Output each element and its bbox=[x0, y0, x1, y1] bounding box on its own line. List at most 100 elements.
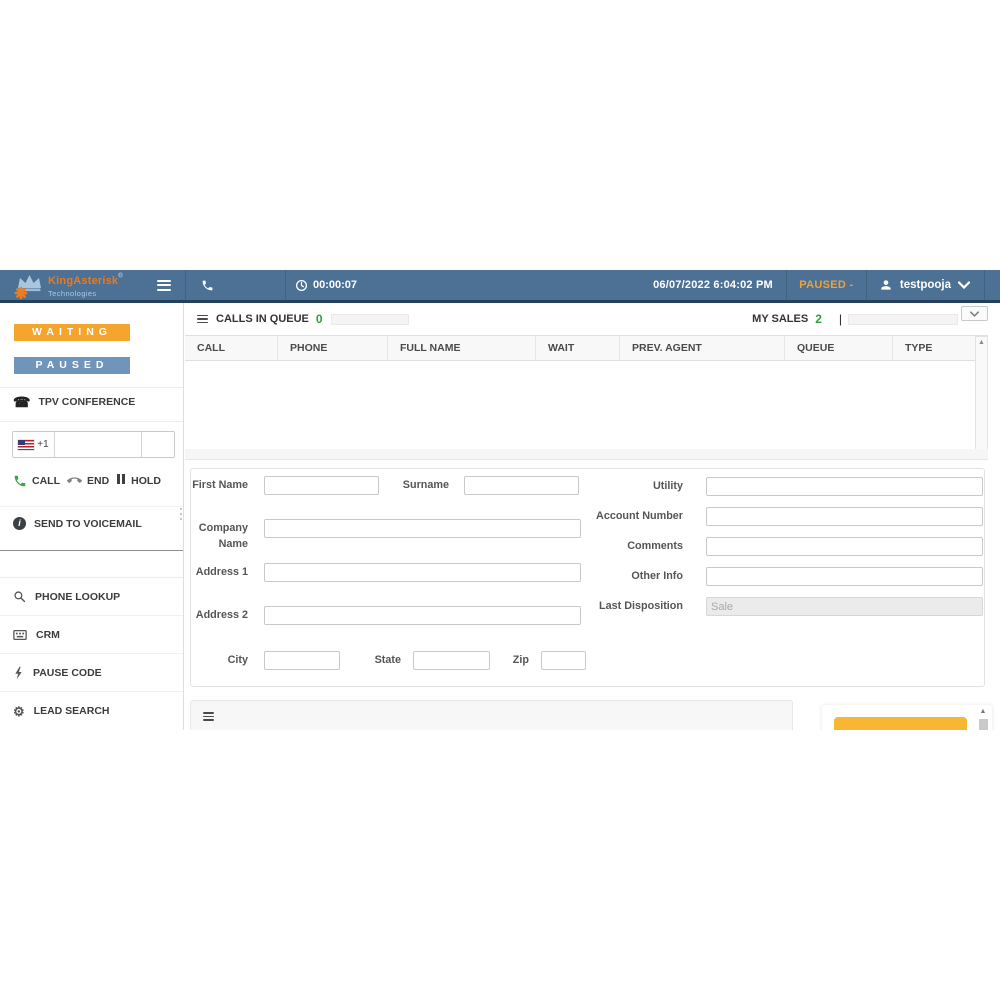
state-label: State bbox=[359, 653, 401, 669]
first-name-input[interactable] bbox=[264, 476, 379, 495]
column-header-queue[interactable]: QUEUE bbox=[785, 336, 893, 360]
dialer-app-window: KingAsterisk® Technologies 00:00:07 06/0… bbox=[0, 270, 1000, 730]
comments-input[interactable] bbox=[706, 537, 983, 556]
script-panel bbox=[190, 700, 793, 730]
address2-label: Address 2 bbox=[191, 608, 248, 624]
main-content: CALLS IN QUEUE 0 MY SALES 2 | bbox=[185, 303, 1000, 730]
us-flag-icon bbox=[18, 440, 34, 450]
crm-icon bbox=[13, 629, 27, 641]
user-icon bbox=[879, 278, 893, 292]
utility-input[interactable] bbox=[706, 477, 983, 496]
connecting-button[interactable]: Connecting... bbox=[834, 717, 967, 730]
country-code: +1 bbox=[37, 439, 48, 450]
script-panel-hamburger-icon[interactable] bbox=[203, 712, 780, 721]
company-name-label: Company Name bbox=[191, 521, 248, 552]
sidebar-resize-handle[interactable] bbox=[180, 508, 182, 520]
zip-label: Zip bbox=[497, 653, 529, 669]
sidebar-item-phone-lookup[interactable]: PHONE LOOKUP bbox=[0, 578, 183, 616]
other-info-input[interactable] bbox=[706, 567, 983, 586]
country-code-selector[interactable]: +1 bbox=[13, 432, 55, 457]
queue-status-bar: CALLS IN QUEUE 0 MY SALES 2 | bbox=[185, 303, 1000, 335]
sidebar-item-crm[interactable]: CRM bbox=[0, 616, 183, 654]
chevron-down-icon bbox=[958, 281, 970, 289]
brand-logo[interactable]: KingAsterisk® Technologies bbox=[0, 270, 185, 300]
address2-input[interactable] bbox=[264, 606, 581, 625]
my-sales-label: MY SALES bbox=[752, 313, 808, 325]
agent-status-badge[interactable]: PAUSED - bbox=[786, 270, 866, 300]
tpv-conference-button[interactable]: ☎ TPV CONFERENCE bbox=[13, 395, 135, 409]
account-number-label: Account Number bbox=[561, 509, 683, 525]
account-number-input[interactable] bbox=[706, 507, 983, 526]
panel-collapse-button[interactable] bbox=[961, 306, 988, 321]
menu-hamburger-icon[interactable] bbox=[157, 277, 171, 293]
my-sales-count: 2 bbox=[815, 312, 822, 326]
send-to-voicemail-button[interactable]: i SEND TO VOICEMAIL bbox=[13, 517, 142, 530]
dialpad-button[interactable] bbox=[141, 432, 174, 457]
comments-label: Comments bbox=[561, 539, 683, 555]
sales-progress-tick: | bbox=[839, 312, 842, 326]
queue-progress-bar bbox=[331, 314, 409, 325]
queue-list-hamburger-icon[interactable] bbox=[197, 313, 208, 326]
state-input[interactable] bbox=[413, 651, 490, 670]
sidebar-item-pause-code[interactable]: PAUSE CODE bbox=[0, 654, 183, 692]
column-header-prev-agent[interactable]: PREV. AGENT bbox=[620, 336, 785, 360]
utility-label: Utility bbox=[561, 479, 683, 495]
calls-in-queue-label: CALLS IN QUEUE bbox=[216, 313, 309, 325]
status-card-scrollbar[interactable]: ▲ bbox=[977, 708, 989, 730]
user-menu[interactable]: testpooja bbox=[866, 270, 984, 300]
zip-input[interactable] bbox=[541, 651, 586, 670]
call-icon bbox=[13, 474, 27, 488]
screen: KingAsterisk® Technologies 00:00:07 06/0… bbox=[0, 0, 1000, 1000]
column-header-wait[interactable]: WAIT bbox=[536, 336, 620, 360]
other-info-label: Other Info bbox=[561, 569, 683, 585]
sidebar-item-lead-search[interactable]: ⚙ LEAD SEARCH bbox=[0, 692, 183, 730]
tpv-conference-label: TPV CONFERENCE bbox=[38, 396, 135, 408]
logo-registered-mark: ® bbox=[118, 274, 122, 280]
calls-table-header: CALL PHONE FULL NAME WAIT PREV. AGENT QU… bbox=[185, 335, 988, 361]
phone-icon bbox=[201, 279, 214, 292]
city-input[interactable] bbox=[264, 651, 340, 670]
scrollbar-thumb[interactable] bbox=[979, 719, 988, 730]
column-header-call[interactable]: CALL bbox=[185, 336, 278, 360]
gear-icon: ⚙ bbox=[13, 705, 25, 718]
logo-subtitle: Technologies bbox=[48, 290, 123, 298]
address1-input[interactable] bbox=[264, 563, 581, 582]
navbar-right-stub bbox=[984, 270, 1000, 300]
table-scrollbar[interactable]: ▲ ▼ bbox=[975, 336, 988, 459]
scroll-up-icon[interactable]: ▲ bbox=[977, 708, 989, 715]
clock-icon bbox=[295, 279, 308, 292]
calls-table-body bbox=[185, 361, 988, 449]
search-icon bbox=[13, 590, 26, 603]
table-horizontal-scrollbar[interactable] bbox=[185, 449, 988, 460]
hold-button[interactable]: HOLD bbox=[116, 474, 161, 487]
company-name-input[interactable] bbox=[264, 519, 581, 538]
last-disposition-label: Last Disposition bbox=[561, 599, 683, 615]
call-timer: 00:00:07 bbox=[285, 270, 366, 300]
voicemail-label: SEND TO VOICEMAIL bbox=[34, 518, 142, 530]
dial-number-box: +1 bbox=[12, 431, 175, 458]
column-header-phone[interactable]: PHONE bbox=[278, 336, 388, 360]
surname-label: Surname bbox=[389, 478, 449, 494]
scroll-up-icon[interactable]: ▲ bbox=[976, 338, 987, 348]
phone-number-input[interactable] bbox=[55, 432, 141, 457]
paused-button[interactable]: PAUSED bbox=[14, 357, 130, 374]
column-header-type[interactable]: TYPE bbox=[893, 336, 988, 360]
column-header-full-name[interactable]: FULL NAME bbox=[388, 336, 536, 360]
datetime-display: 06/07/2022 6:04:02 PM bbox=[653, 270, 786, 300]
end-call-button[interactable]: END bbox=[67, 473, 109, 488]
top-navbar: KingAsterisk® Technologies 00:00:07 06/0… bbox=[0, 270, 1000, 303]
logo-title: KingAsterisk bbox=[48, 275, 118, 287]
crown-logo-icon bbox=[12, 272, 46, 300]
calls-in-queue-count: 0 bbox=[316, 312, 323, 326]
address1-label: Address 1 bbox=[191, 565, 248, 581]
call-end-icon bbox=[67, 473, 82, 488]
sales-progress-bar bbox=[848, 314, 958, 325]
tpv-phone-icon: ☎ bbox=[13, 395, 30, 409]
timer-value: 00:00:07 bbox=[313, 279, 357, 291]
waiting-button[interactable]: WAITING bbox=[14, 324, 130, 341]
active-call-section[interactable] bbox=[185, 270, 285, 300]
city-label: City bbox=[209, 653, 248, 669]
chevron-down-icon bbox=[970, 311, 979, 317]
last-disposition-input bbox=[706, 597, 983, 616]
call-button[interactable]: CALL bbox=[13, 474, 60, 488]
